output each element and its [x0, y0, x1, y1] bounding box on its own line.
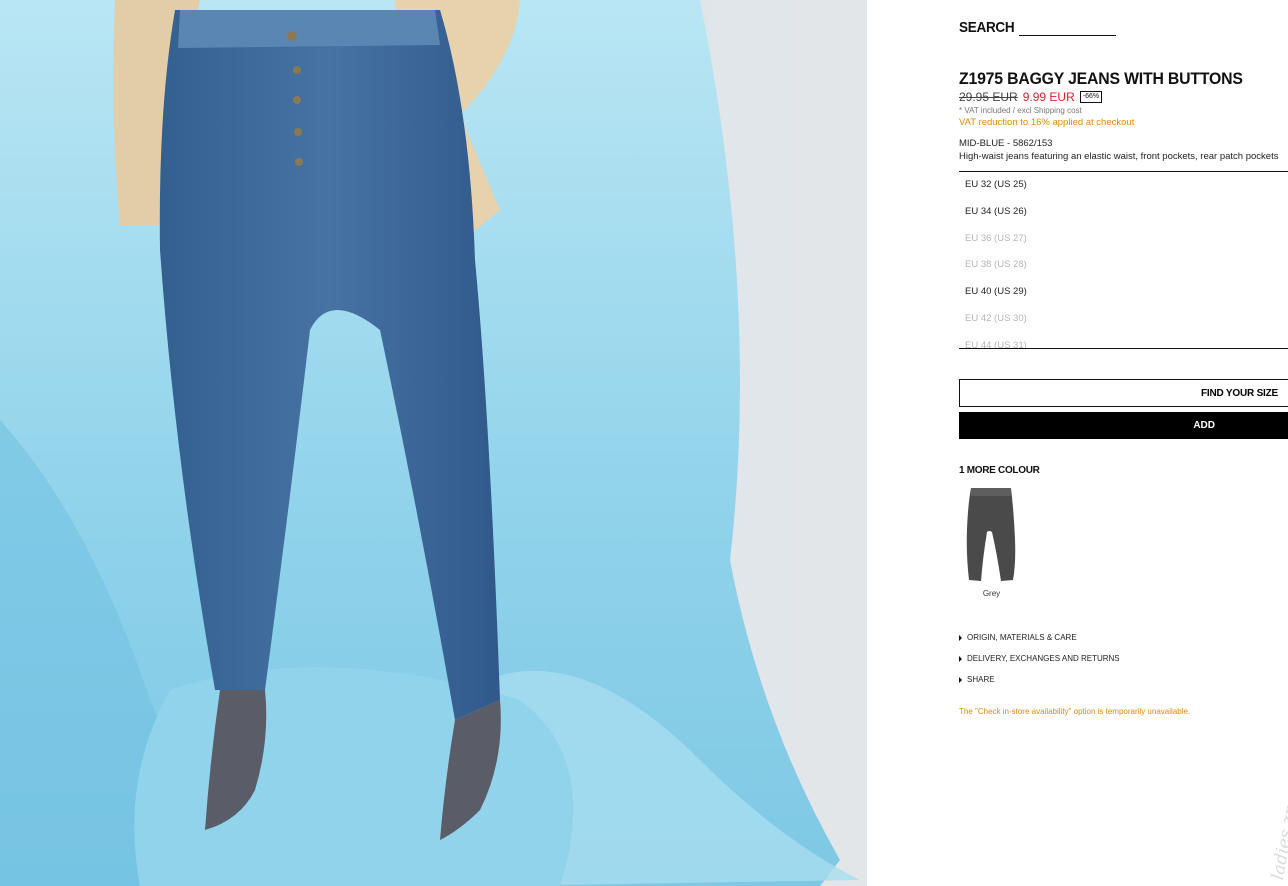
more-colour-heading: 1 MORE COLOUR — [959, 465, 1040, 476]
caret-right-icon — [959, 676, 962, 683]
accordion-share[interactable]: SHARE — [959, 669, 1120, 690]
product-detail-panel: SEARCH Z1975 BAGGY JEANS WITH BUTTONS 29… — [867, 0, 1288, 886]
product-info-accordion: ORIGIN, MATERIALS & CARE DELIVERY, EXCHA… — [959, 627, 1120, 690]
colour-swatch-label: Grey — [982, 589, 1001, 598]
vat-reduction-note: VAT reduction to 16% applied at checkout — [959, 117, 1135, 128]
accordion-label: ORIGIN, MATERIALS & CARE — [967, 633, 1077, 642]
size-option-unavailable[interactable]: EU 42 (US 30) — [959, 306, 1288, 333]
caret-right-icon — [959, 634, 962, 641]
product-image[interactable] — [0, 0, 867, 886]
accordion-delivery-returns[interactable]: DELIVERY, EXCHANGES AND RETURNS — [959, 648, 1120, 669]
size-option[interactable]: EU 40 (US 29) — [959, 279, 1288, 306]
find-your-size-button[interactable]: FIND YOUR SIZE — [959, 379, 1288, 407]
watermark-text: ladies.zp.ua — [1268, 777, 1288, 882]
size-selector: EU 32 (US 25) EU 34 (US 26) EU 36 (US 27… — [959, 171, 1288, 349]
discount-badge: -66% — [1079, 91, 1103, 103]
search-bar: SEARCH — [959, 19, 1118, 36]
search-input[interactable] — [1018, 21, 1116, 36]
accordion-origin-materials[interactable]: ORIGIN, MATERIALS & CARE — [959, 627, 1120, 648]
colour-swatch-grey[interactable] — [959, 484, 1023, 589]
size-option-unavailable[interactable]: EU 44 (US 31) — [959, 333, 1288, 348]
product-title: Z1975 BAGGY JEANS WITH BUTTONS — [959, 69, 1243, 88]
color-reference: MID-BLUE - 5862/153 — [959, 138, 1053, 149]
product-photo-illustration — [0, 0, 867, 886]
original-price: 29.95 EUR — [959, 90, 1018, 104]
sale-price: 9.99 EUR — [1022, 90, 1075, 104]
size-option[interactable]: EU 32 (US 25) — [959, 172, 1288, 199]
grey-jeans-thumbnail — [959, 484, 1023, 584]
price-row: 29.95 EUR 9.99 EUR -66% — [959, 90, 1103, 104]
search-label[interactable]: SEARCH — [959, 19, 1015, 36]
accordion-label: SHARE — [967, 675, 995, 684]
accordion-label: DELIVERY, EXCHANGES AND RETURNS — [967, 654, 1120, 663]
caret-right-icon — [959, 655, 962, 662]
size-option[interactable]: EU 34 (US 26) — [959, 199, 1288, 226]
size-option-unavailable[interactable]: EU 38 (US 28) — [959, 252, 1288, 279]
instore-availability-note: The "Check in-store availability" option… — [959, 707, 1191, 716]
vat-note: * VAT included / excl Shipping cost — [959, 106, 1082, 115]
product-description: High-waist jeans featuring an elastic wa… — [959, 151, 1279, 162]
add-to-cart-button[interactable]: ADD — [959, 412, 1288, 439]
size-option-unavailable[interactable]: EU 36 (US 27) — [959, 226, 1288, 253]
watermark: ladies.zp.ua — [1250, 760, 1288, 882]
